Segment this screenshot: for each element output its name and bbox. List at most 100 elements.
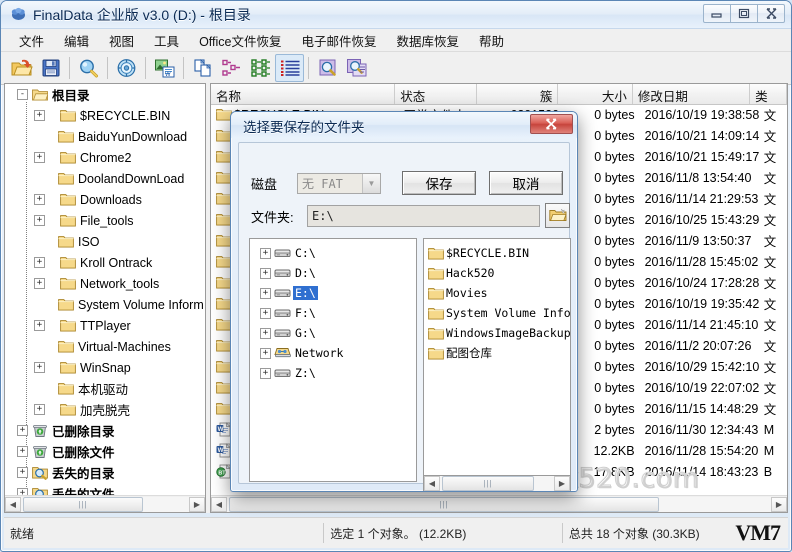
- expander-icon[interactable]: -: [17, 89, 28, 100]
- menu-item-file[interactable]: 文件: [9, 29, 54, 52]
- tree-node-ttplayer[interactable]: + TTPlayer: [5, 315, 205, 336]
- save-folder-dialog[interactable]: 选择要保存的文件夹 磁盘 无 FAT ▼ 保存 取消 文件夹: E:\ + C:…: [230, 111, 578, 492]
- tree-category-1[interactable]: + 已删除文件: [5, 441, 205, 462]
- scroll-track[interactable]: |||: [440, 475, 554, 491]
- folder-item-0[interactable]: $RECYCLE.BIN: [426, 243, 570, 263]
- tree-category-0[interactable]: + 已删除目录: [5, 420, 205, 441]
- drive-item-6[interactable]: + Z:\: [250, 363, 416, 383]
- folder-item-3[interactable]: System Volume Informa: [426, 303, 570, 323]
- column-header-name[interactable]: 名称: [211, 84, 396, 104]
- expander-icon[interactable]: +: [34, 110, 45, 121]
- menu-item-tools[interactable]: 工具: [144, 29, 189, 52]
- tree-node-root[interactable]: - 根目录: [5, 84, 205, 105]
- disc-scan-icon[interactable]: [112, 54, 141, 82]
- find-file-icon[interactable]: [313, 54, 342, 82]
- folder-item-2[interactable]: Movies: [426, 283, 570, 303]
- expander-icon[interactable]: +: [260, 367, 271, 379]
- menu-item-office-recovery[interactable]: Office文件恢复: [189, 29, 291, 52]
- tree-node-iso[interactable]: ISO: [5, 231, 205, 252]
- tree-node-doolanddownload[interactable]: DoolandDownLoad: [5, 168, 205, 189]
- cancel-button[interactable]: 取消: [489, 171, 563, 195]
- scroll-right-arrow[interactable]: ▶: [771, 496, 787, 512]
- scroll-right-arrow[interactable]: ▶: [189, 496, 205, 512]
- expander-icon[interactable]: +: [260, 267, 271, 279]
- folder-item-1[interactable]: Hack520: [426, 263, 570, 283]
- expander-icon[interactable]: +: [34, 320, 45, 331]
- folder-item-5[interactable]: 配图仓库: [426, 343, 570, 363]
- tree-node-baiduyundownload[interactable]: BaiduYunDownload: [5, 126, 205, 147]
- find-advanced-icon[interactable]: [342, 54, 371, 82]
- expander-icon[interactable]: +: [260, 247, 271, 259]
- column-header-type[interactable]: 类: [750, 84, 787, 104]
- tree-node-virtual-machines[interactable]: Virtual-Machines: [5, 336, 205, 357]
- column-header-cluster[interactable]: 簇: [476, 84, 559, 104]
- list-details-icon[interactable]: [275, 54, 304, 82]
- save-disk-icon[interactable]: [36, 54, 65, 82]
- drive-item-4[interactable]: + G:\: [250, 323, 416, 343]
- expander-icon[interactable]: +: [34, 257, 45, 268]
- tree-node--[interactable]: + 加壳脱壳: [5, 399, 205, 420]
- save-button[interactable]: 保存: [402, 171, 476, 195]
- scroll-thumb[interactable]: |||: [229, 496, 659, 512]
- scroll-thumb[interactable]: |||: [23, 496, 143, 512]
- drive-item-2[interactable]: + E:\: [250, 283, 416, 303]
- image-to-doc-icon[interactable]: W: [150, 54, 179, 82]
- expander-icon[interactable]: +: [17, 446, 28, 457]
- scroll-left-arrow[interactable]: ◀: [211, 496, 227, 512]
- expander-icon[interactable]: +: [260, 287, 271, 299]
- tree-node--[interactable]: 本机驱动: [5, 378, 205, 399]
- expander-icon[interactable]: +: [260, 347, 271, 359]
- close-button[interactable]: [757, 4, 785, 23]
- browse-folder-icon[interactable]: [545, 203, 570, 228]
- tree-category-2[interactable]: + 丢失的目录: [5, 462, 205, 483]
- tree-node-winsnap[interactable]: + WinSnap: [5, 357, 205, 378]
- expander-icon[interactable]: +: [34, 215, 45, 226]
- expander-icon[interactable]: +: [34, 194, 45, 205]
- tree-node-network-tools[interactable]: + Network_tools: [5, 273, 205, 294]
- scroll-left-arrow[interactable]: ◀: [424, 475, 440, 491]
- scroll-track[interactable]: |||: [21, 496, 189, 512]
- list-horizontal-scrollbar[interactable]: ◀ ||| ▶: [211, 495, 787, 512]
- tree-node-chrome2[interactable]: + Chrome2: [5, 147, 205, 168]
- folder-path-input[interactable]: E:\: [307, 205, 540, 227]
- tree-node-kroll-ontrack[interactable]: + Kroll Ontrack: [5, 252, 205, 273]
- scroll-thumb[interactable]: |||: [442, 475, 534, 491]
- scroll-left-arrow[interactable]: ◀: [5, 496, 21, 512]
- maximize-button[interactable]: [730, 4, 758, 23]
- disk-select[interactable]: 无 FAT ▼: [297, 173, 381, 194]
- open-folder-icon[interactable]: [7, 54, 36, 82]
- menu-item-database-recovery[interactable]: 数据库恢复: [387, 29, 470, 52]
- expander-icon[interactable]: +: [34, 152, 45, 163]
- chevron-down-icon[interactable]: ▼: [362, 174, 380, 193]
- expander-icon[interactable]: +: [260, 327, 271, 339]
- expander-icon[interactable]: +: [17, 425, 28, 436]
- copy-file-icon[interactable]: [188, 54, 217, 82]
- tree-view-icon[interactable]: [217, 54, 246, 82]
- column-header-size[interactable]: 大小: [558, 84, 633, 104]
- folder-list-pane[interactable]: $RECYCLE.BIN Hack520 Movies System Volume I…: [423, 238, 571, 482]
- scroll-right-arrow[interactable]: ▶: [554, 475, 570, 491]
- menu-item-email-recovery[interactable]: 电子邮件恢复: [292, 29, 387, 52]
- tree-node-system-volume-inform[interactable]: System Volume Inform: [5, 294, 205, 315]
- grid-view-icon[interactable]: [246, 54, 275, 82]
- dialog-close-button[interactable]: [530, 114, 573, 134]
- drive-item-1[interactable]: + D:\: [250, 263, 416, 283]
- expander-icon[interactable]: +: [260, 307, 271, 319]
- folder-horizontal-scrollbar[interactable]: ◀ ||| ▶: [423, 475, 571, 491]
- tree-node-file-tools[interactable]: + File_tools: [5, 210, 205, 231]
- tree-horizontal-scrollbar[interactable]: ◀ ||| ▶: [5, 495, 205, 512]
- tree-node-downloads[interactable]: + Downloads: [5, 189, 205, 210]
- column-header-status[interactable]: 状态: [395, 84, 477, 104]
- folder-item-4[interactable]: WindowsImageBackup: [426, 323, 570, 343]
- expander-icon[interactable]: +: [34, 278, 45, 289]
- minimize-button[interactable]: [703, 4, 731, 23]
- tree-node--recycle-bin[interactable]: + $RECYCLE.BIN: [5, 105, 205, 126]
- search-magnifier-icon[interactable]: [74, 54, 103, 82]
- expander-icon[interactable]: +: [34, 404, 45, 415]
- menu-item-view[interactable]: 视图: [99, 29, 144, 52]
- menu-item-edit[interactable]: 编辑: [54, 29, 99, 52]
- scroll-track[interactable]: |||: [227, 496, 771, 512]
- directory-tree-pane[interactable]: - 根目录 + $RECYCLE.BIN BaiduYunDownload + Chro…: [4, 83, 206, 513]
- drive-item-3[interactable]: + F:\: [250, 303, 416, 323]
- column-header-modified[interactable]: 修改日期: [632, 84, 751, 104]
